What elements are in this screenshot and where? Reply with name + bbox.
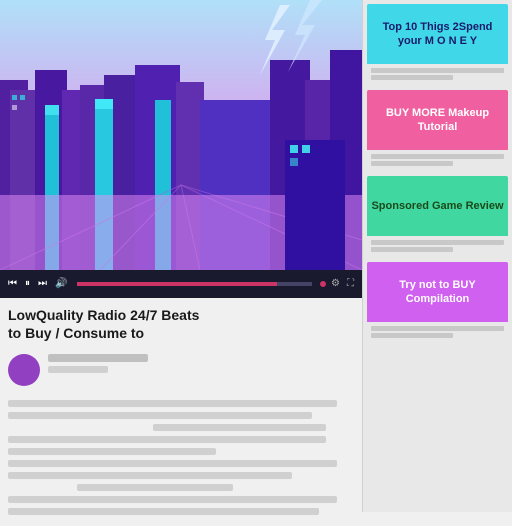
desc-line-6 [8,460,337,467]
desc-line-7 [8,472,292,479]
video-title: LowQuality Radio 24/7 Beats to Buy / Con… [0,298,362,346]
channel-sub-bar [48,366,108,373]
video-scene [0,0,362,270]
desc-line-2 [8,412,312,419]
desc-line-1 [8,400,337,407]
channel-avatar[interactable] [8,354,40,386]
desc-line-9 [8,496,337,503]
card-2-bar-2 [371,161,453,166]
main-content: ⏮ ⏸ ⏭ 🔊 ⚙ ⛶ LowQuality Radio 24/7 Beats … [0,0,362,512]
skip-forward-button[interactable]: ⏭ [36,277,49,291]
card-2-thumb[interactable]: BUY MORE Makeup Tutorial [367,90,508,150]
card-1-thumb[interactable]: Top 10 Thigs 2Spend your M O N E Y [367,4,508,64]
channel-meta [48,354,354,373]
desc-line-3 [153,424,326,431]
page-container: ⏮ ⏸ ⏭ 🔊 ⚙ ⛶ LowQuality Radio 24/7 Beats … [0,0,512,512]
desc-line-8 [77,484,233,491]
play-pause-button[interactable]: ⏸ [23,277,32,291]
desc-line-4 [8,436,326,443]
description-section [0,394,362,526]
card-2-bar-1 [371,154,504,159]
channel-name-bar [48,354,148,362]
desc-line-5 [8,448,216,455]
video-player[interactable] [0,0,362,270]
video-controls-bar: ⏮ ⏸ ⏭ 🔊 ⚙ ⛶ [0,270,362,298]
live-dot [320,281,326,287]
channel-info [0,346,362,394]
sidebar: Top 10 Thigs 2Spend your M O N E Y BUY M… [362,0,512,512]
card-1-meta [367,64,508,86]
sidebar-card-2[interactable]: BUY MORE Makeup Tutorial [367,90,508,172]
volume-button[interactable]: 🔊 [53,277,69,291]
sidebar-card-3[interactable]: Sponsored Game Review [367,176,508,258]
card-4-bar-1 [371,326,504,331]
card-4-meta [367,322,508,344]
card-3-bar-1 [371,240,504,245]
card-4-bar-2 [371,333,453,338]
progress-fill [77,282,276,286]
card-2-meta [367,150,508,172]
fullscreen-button[interactable]: ⛶ [345,277,356,291]
skip-back-button[interactable]: ⏮ [6,277,19,291]
settings-button[interactable]: ⚙ [329,277,342,291]
card-1-bar-1 [371,68,504,73]
controls-right: ⚙ ⛶ [320,277,356,291]
sidebar-card-1[interactable]: Top 10 Thigs 2Spend your M O N E Y [367,4,508,86]
card-3-meta [367,236,508,258]
card-3-thumb[interactable]: Sponsored Game Review [367,176,508,236]
card-4-thumb[interactable]: Try not to BUY Compilation [367,262,508,322]
sidebar-card-4[interactable]: Try not to BUY Compilation [367,262,508,344]
progress-bar[interactable] [77,282,312,286]
card-1-bar-2 [371,75,453,80]
card-3-bar-2 [371,247,453,252]
